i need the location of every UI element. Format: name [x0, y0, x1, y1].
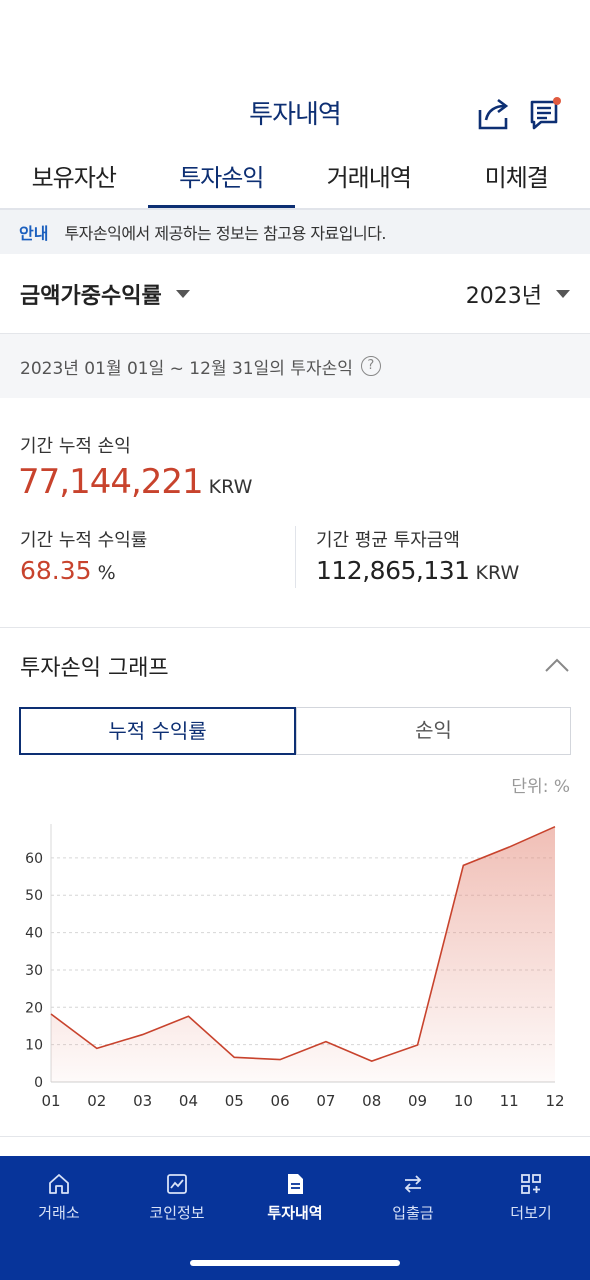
y-tick-label: 60	[25, 851, 43, 867]
y-tick-label: 20	[25, 1000, 43, 1016]
x-tick-label: 10	[454, 1092, 473, 1110]
x-tick-label: 09	[408, 1092, 427, 1110]
pl-summary: 기간 누적 손익 77,144,221 KRW 기간 누적 수익률 68.35% …	[0, 398, 590, 628]
home-icon	[49, 1174, 69, 1194]
tab-open-orders[interactable]: 미체결	[443, 150, 590, 208]
x-tick-label: 03	[133, 1092, 152, 1110]
nav-label: 입출금	[392, 1204, 434, 1222]
tab-transactions[interactable]: 거래내역	[295, 150, 443, 208]
app-header: 투자내역	[0, 0, 590, 150]
nav-label: 더보기	[510, 1204, 552, 1222]
avg-invest-label: 기간 평균 투자금액	[316, 530, 460, 551]
toggle-pl[interactable]: 손익	[296, 707, 571, 755]
caret-down-icon	[175, 289, 190, 298]
period-bar: 2023년 01월 01일 ~ 12월 31일의 투자손익 ?	[0, 334, 590, 398]
home-indicator	[190, 1260, 400, 1266]
chevron-up-icon[interactable]	[544, 653, 570, 679]
return-type-label: 금액가중수익률	[20, 283, 162, 309]
x-tick-label: 02	[87, 1092, 106, 1110]
period-text: 2023년 01월 01일 ~ 12월 31일의 투자손익	[20, 358, 353, 379]
transfer-icon	[404, 1175, 422, 1193]
cum-rate-unit: %	[97, 562, 116, 584]
x-tick-label: 08	[362, 1092, 381, 1110]
y-tick-label: 40	[25, 926, 43, 942]
year-label: 2023년	[465, 283, 542, 309]
x-tick-label: 06	[271, 1092, 290, 1110]
notice-board-icon[interactable]	[529, 96, 565, 132]
avg-invest-value-row: 112,865,131 KRW	[316, 556, 519, 585]
document-icon	[288, 1174, 303, 1194]
y-tick-label: 10	[25, 1038, 43, 1054]
nav-label: 거래소	[38, 1204, 80, 1222]
graph-title: 투자손익 그래프	[20, 656, 169, 681]
info-text: 투자손익에서 제공하는 정보는 참고용 자료입니다.	[64, 224, 387, 243]
caret-down-icon	[556, 289, 570, 298]
cum-rate-label: 기간 누적 수익률	[20, 530, 148, 551]
cumulative-return-chart: 0 10 20 30 40 50 60 01 02 03 04 05 06 07 08 09 10 11 12	[25, 824, 565, 1110]
x-tick-label: 12	[545, 1092, 564, 1110]
area-fill	[51, 826, 555, 1082]
nav-exchange[interactable]: 거래소	[0, 1156, 118, 1236]
help-icon[interactable]: ?	[360, 356, 381, 376]
chart-icon	[167, 1174, 187, 1194]
cum-pl-value-row: 77,144,221 KRW	[18, 462, 252, 502]
tab-investment-pl[interactable]: 투자손익	[147, 150, 295, 208]
x-tick-label: 07	[316, 1092, 335, 1110]
y-tick-label: 0	[34, 1075, 43, 1091]
bottom-nav: 거래소 코인정보 투자내역 입출금 더보기	[0, 1156, 590, 1280]
graph-header: 투자손익 그래프	[0, 628, 590, 704]
tab-bar: 보유자산 투자손익 거래내역 미체결	[0, 150, 590, 210]
toggle-cumulative-rate[interactable]: 누적 수익률	[19, 707, 296, 755]
info-notice-bar: 안내 투자손익에서 제공하는 정보는 참고용 자료입니다.	[0, 210, 590, 254]
x-tick-label: 04	[179, 1092, 198, 1110]
nav-deposit-withdraw[interactable]: 입출금	[354, 1156, 472, 1236]
avg-invest-unit: KRW	[475, 562, 520, 584]
x-tick-label: 05	[225, 1092, 244, 1110]
y-tick-label: 50	[25, 888, 43, 904]
chart-unit-label: 단위: %	[511, 777, 570, 797]
cum-rate-value: 68.35	[20, 556, 92, 585]
avg-invest-value: 112,865,131	[316, 556, 470, 585]
nav-label: 코인정보	[149, 1204, 205, 1222]
x-tick-label: 01	[41, 1092, 60, 1110]
cum-pl-label: 기간 누적 손익	[20, 436, 131, 457]
graph-mode-toggle: 누적 수익률 손익	[19, 707, 571, 755]
info-tag: 안내	[19, 224, 49, 243]
section-divider	[0, 1136, 590, 1137]
nav-more[interactable]: 더보기	[472, 1156, 590, 1236]
year-dropdown[interactable]: 2023년	[466, 278, 570, 310]
cum-pl-value: 77,144,221	[18, 462, 204, 502]
selector-row: 금액가중수익률 2023년	[0, 254, 590, 334]
nav-investment-history[interactable]: 투자내역	[236, 1156, 354, 1236]
cum-pl-unit: KRW	[208, 476, 253, 498]
share-icon[interactable]	[476, 96, 512, 132]
x-tick-label: 11	[500, 1092, 519, 1110]
return-type-dropdown[interactable]: 금액가중수익률	[20, 278, 190, 310]
nav-label: 투자내역	[267, 1204, 323, 1222]
summary-divider	[295, 526, 296, 588]
y-tick-label: 30	[25, 963, 43, 979]
nav-coin-info[interactable]: 코인정보	[118, 1156, 236, 1236]
tab-holdings[interactable]: 보유자산	[0, 150, 148, 208]
more-grid-icon	[521, 1174, 541, 1194]
cum-rate-value-row: 68.35%	[20, 556, 116, 585]
